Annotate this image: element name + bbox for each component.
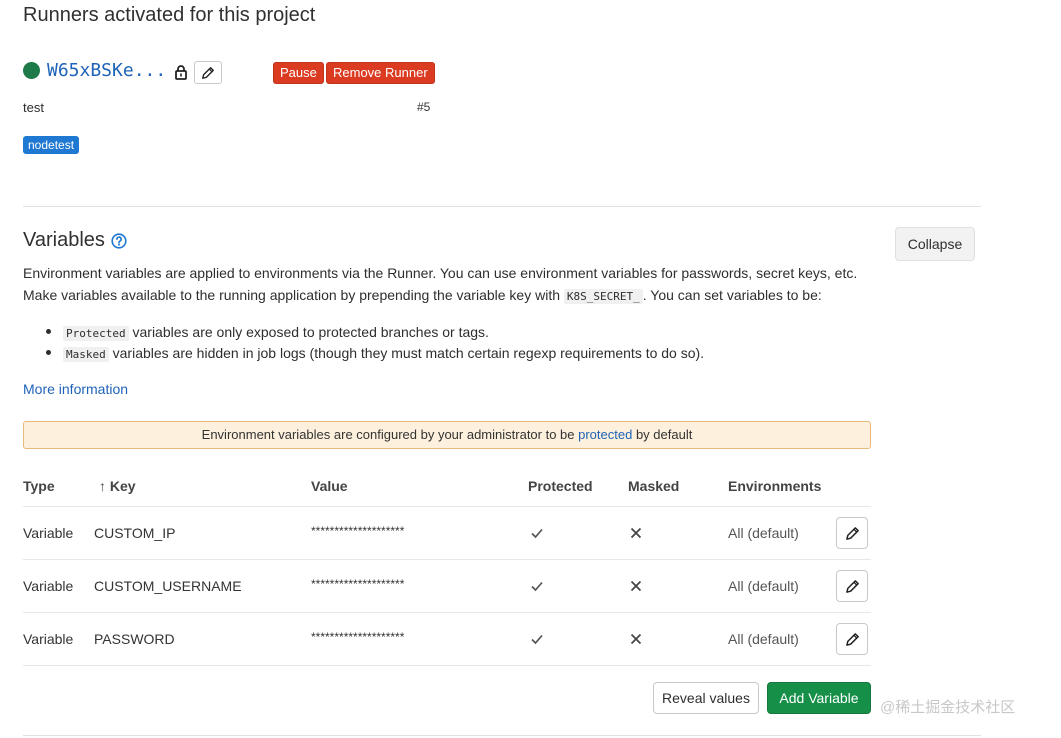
cell-key: CUSTOM_IP: [94, 525, 176, 541]
table-divider: [23, 506, 871, 507]
section-divider: [23, 206, 981, 207]
variables-description-line1: Environment variables are applied to env…: [23, 265, 858, 281]
pencil-icon: [202, 66, 214, 79]
table-divider: [23, 665, 871, 666]
table-divider: [23, 559, 871, 560]
runner-token-link[interactable]: W65xBSKe...: [47, 60, 166, 81]
close-icon: [630, 527, 642, 539]
pencil-icon: [845, 526, 859, 540]
pencil-icon: [845, 579, 859, 593]
bullet-masked: Masked variables are hidden in job logs …: [63, 345, 704, 362]
pencil-icon: [845, 632, 859, 646]
question-circle-icon[interactable]: [111, 232, 127, 249]
variables-title: Variables: [23, 229, 127, 252]
column-header-value[interactable]: Value: [311, 478, 348, 494]
cell-type: Variable: [23, 525, 74, 541]
variables-description-line2: Make variables available to the running …: [23, 287, 822, 304]
runners-section-title: Runners activated for this project: [23, 4, 316, 26]
section-divider: [23, 735, 981, 736]
table-divider: [23, 612, 871, 613]
cell-environments: All (default): [728, 631, 799, 647]
cell-type: Variable: [23, 578, 74, 594]
collapse-button[interactable]: Collapse: [895, 227, 975, 261]
reveal-values-button[interactable]: Reveal values: [653, 682, 759, 714]
remove-runner-button[interactable]: Remove Runner: [326, 62, 435, 84]
cell-value: ********************: [311, 577, 405, 591]
cell-environments: All (default): [728, 525, 799, 541]
k8s-secret-code: K8S_SECRET_: [563, 289, 643, 304]
bullet-dot: [46, 329, 51, 334]
runner-description: test: [23, 100, 44, 115]
edit-variable-button[interactable]: [836, 517, 868, 549]
pause-runner-button[interactable]: Pause: [273, 62, 324, 84]
cell-key: PASSWORD: [94, 631, 175, 647]
add-variable-button[interactable]: Add Variable: [767, 682, 871, 714]
column-header-protected[interactable]: Protected: [528, 478, 593, 494]
edit-variable-button[interactable]: [836, 623, 868, 655]
column-header-masked[interactable]: Masked: [628, 478, 679, 494]
runner-status-dot: [23, 62, 40, 79]
cell-environments: All (default): [728, 578, 799, 594]
column-header-type[interactable]: Type: [23, 478, 55, 494]
check-icon: [531, 528, 543, 539]
runner-id: #5: [417, 100, 431, 114]
column-header-environments[interactable]: Environments: [728, 478, 821, 494]
column-header-key[interactable]: ↑ Key: [99, 478, 136, 494]
variables-title-text: Variables: [23, 229, 105, 251]
edit-variable-button[interactable]: [836, 570, 868, 602]
cell-type: Variable: [23, 631, 74, 647]
close-icon: [630, 580, 642, 592]
cell-value: ********************: [311, 630, 405, 644]
check-icon: [531, 634, 543, 645]
bullet-dot: [46, 350, 51, 355]
check-icon: [531, 581, 543, 592]
bullet-protected: Protected variables are only exposed to …: [63, 324, 489, 341]
runner-tag-badge: nodetest: [23, 136, 80, 154]
cell-value: ********************: [311, 524, 405, 538]
cell-key: CUSTOM_USERNAME: [94, 578, 242, 594]
close-icon: [630, 633, 642, 645]
more-information-link[interactable]: More information: [23, 381, 128, 397]
protected-link[interactable]: protected: [578, 427, 632, 442]
watermark: @稀土掘金技术社区: [880, 699, 1016, 716]
lock-icon: [173, 64, 189, 80]
edit-runner-button[interactable]: [194, 61, 222, 84]
protected-notice-banner: Environment variables are configured by …: [23, 421, 871, 449]
